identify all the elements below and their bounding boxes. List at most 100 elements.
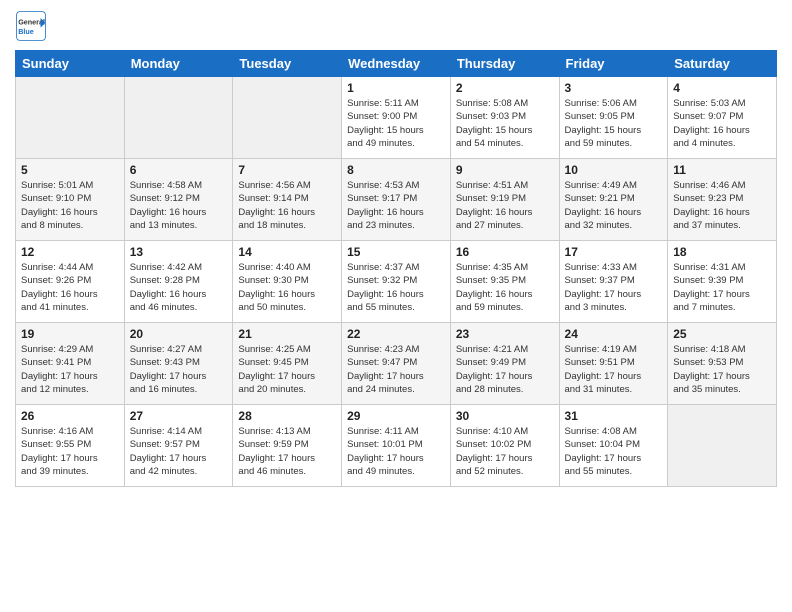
day-number: 12 — [21, 245, 119, 259]
day-number: 5 — [21, 163, 119, 177]
day-info: Sunrise: 4:58 AM Sunset: 9:12 PM Dayligh… — [130, 179, 228, 232]
day-info: Sunrise: 4:35 AM Sunset: 9:35 PM Dayligh… — [456, 261, 554, 314]
day-info: Sunrise: 4:13 AM Sunset: 9:59 PM Dayligh… — [238, 425, 336, 478]
day-info: Sunrise: 4:29 AM Sunset: 9:41 PM Dayligh… — [21, 343, 119, 396]
day-number: 9 — [456, 163, 554, 177]
day-cell: 9Sunrise: 4:51 AM Sunset: 9:19 PM Daylig… — [450, 159, 559, 241]
day-cell: 27 Sunrise: 4:14 AM Sunset: 9:57 PM Dayli… — [124, 405, 233, 487]
day-info: Sunrise: 4:40 AM Sunset: 9:30 PM Dayligh… — [238, 261, 336, 314]
day-number: 22 — [347, 327, 445, 341]
day-cell: 10Sunrise: 4:49 AM Sunset: 9:21 PM Dayli… — [559, 159, 668, 241]
day-cell — [668, 405, 777, 487]
day-info: Sunrise: 4:19 AM Sunset: 9:51 PM Dayligh… — [565, 343, 663, 396]
day-cell: 7 Sunrise: 4:56 AM Sunset: 9:14 PM Daylig… — [233, 159, 342, 241]
day-cell: 18 Sunrise: 4:31 AM Sunset: 9:39 PM Dayli… — [668, 241, 777, 323]
header-cell-monday: Monday — [124, 51, 233, 77]
day-info: Sunrise: 4:31 AM Sunset: 9:39 PM Dayligh… — [673, 261, 771, 314]
day-info: Sunrise: 5:03 AM Sunset: 9:07 PM Dayligh… — [673, 97, 771, 150]
day-number: 8 — [347, 163, 445, 177]
day-cell: 22 Sunrise: 4:23 AM Sunset: 9:47 PM Dayli… — [342, 323, 451, 405]
day-cell: 24Sunrise: 4:19 AM Sunset: 9:51 PM Dayli… — [559, 323, 668, 405]
day-cell — [233, 77, 342, 159]
week-row-3: 12 Sunrise: 4:44 AM Sunset: 9:26 PM Dayli… — [16, 241, 777, 323]
day-number: 27 — [130, 409, 228, 423]
day-cell: 5Sunrise: 5:01 AM Sunset: 9:10 PM Daylig… — [16, 159, 125, 241]
day-info: Sunrise: 4:33 AM Sunset: 9:37 PM Dayligh… — [565, 261, 663, 314]
day-cell: 29Sunrise: 4:11 AM Sunset: 10:01 PM Dayl… — [342, 405, 451, 487]
day-info: Sunrise: 5:11 AM Sunset: 9:00 PM Dayligh… — [347, 97, 445, 150]
day-info: Sunrise: 4:56 AM Sunset: 9:14 PM Dayligh… — [238, 179, 336, 232]
day-number: 14 — [238, 245, 336, 259]
header-cell-wednesday: Wednesday — [342, 51, 451, 77]
day-cell — [124, 77, 233, 159]
day-cell: 14 Sunrise: 4:40 AM Sunset: 9:30 PM Dayli… — [233, 241, 342, 323]
header-cell-saturday: Saturday — [668, 51, 777, 77]
day-info: Sunrise: 4:27 AM Sunset: 9:43 PM Dayligh… — [130, 343, 228, 396]
calendar: SundayMondayTuesdayWednesdayThursdayFrid… — [15, 50, 777, 487]
header-cell-tuesday: Tuesday — [233, 51, 342, 77]
day-number: 29 — [347, 409, 445, 423]
day-cell: 1Sunrise: 5:11 AM Sunset: 9:00 PM Daylig… — [342, 77, 451, 159]
logo-icon: General Blue — [15, 10, 47, 42]
logo: General Blue — [15, 10, 47, 42]
day-number: 18 — [673, 245, 771, 259]
week-row-4: 19Sunrise: 4:29 AM Sunset: 9:41 PM Dayli… — [16, 323, 777, 405]
day-number: 11 — [673, 163, 771, 177]
day-number: 17 — [565, 245, 663, 259]
day-cell: 28 Sunrise: 4:13 AM Sunset: 9:59 PM Dayli… — [233, 405, 342, 487]
day-cell: 2Sunrise: 5:08 AM Sunset: 9:03 PM Daylig… — [450, 77, 559, 159]
day-cell: 15 Sunrise: 4:37 AM Sunset: 9:32 PM Dayli… — [342, 241, 451, 323]
day-cell: 6Sunrise: 4:58 AM Sunset: 9:12 PM Daylig… — [124, 159, 233, 241]
day-number: 26 — [21, 409, 119, 423]
day-info: Sunrise: 4:44 AM Sunset: 9:26 PM Dayligh… — [21, 261, 119, 314]
day-cell: 30 Sunrise: 4:10 AM Sunset: 10:02 PM Dayl… — [450, 405, 559, 487]
day-number: 23 — [456, 327, 554, 341]
day-info: Sunrise: 4:53 AM Sunset: 9:17 PM Dayligh… — [347, 179, 445, 232]
day-cell: 13 Sunrise: 4:42 AM Sunset: 9:28 PM Dayli… — [124, 241, 233, 323]
day-info: Sunrise: 4:37 AM Sunset: 9:32 PM Dayligh… — [347, 261, 445, 314]
day-cell: 3 Sunrise: 5:06 AM Sunset: 9:05 PM Daylig… — [559, 77, 668, 159]
page: General Blue SundayMondayTuesdayWednesda… — [0, 0, 792, 497]
day-cell: 8 Sunrise: 4:53 AM Sunset: 9:17 PM Daylig… — [342, 159, 451, 241]
day-number: 16 — [456, 245, 554, 259]
day-number: 3 — [565, 81, 663, 95]
day-number: 30 — [456, 409, 554, 423]
day-cell — [16, 77, 125, 159]
day-number: 21 — [238, 327, 336, 341]
day-info: Sunrise: 4:49 AM Sunset: 9:21 PM Dayligh… — [565, 179, 663, 232]
day-cell: 21 Sunrise: 4:25 AM Sunset: 9:45 PM Dayli… — [233, 323, 342, 405]
day-number: 4 — [673, 81, 771, 95]
day-cell: 4 Sunrise: 5:03 AM Sunset: 9:07 PM Daylig… — [668, 77, 777, 159]
day-number: 20 — [130, 327, 228, 341]
week-row-2: 5Sunrise: 5:01 AM Sunset: 9:10 PM Daylig… — [16, 159, 777, 241]
day-cell: 17 Sunrise: 4:33 AM Sunset: 9:37 PM Dayli… — [559, 241, 668, 323]
svg-text:Blue: Blue — [18, 27, 34, 36]
day-number: 13 — [130, 245, 228, 259]
day-info: Sunrise: 4:10 AM Sunset: 10:02 PM Daylig… — [456, 425, 554, 478]
day-cell: 11 Sunrise: 4:46 AM Sunset: 9:23 PM Dayli… — [668, 159, 777, 241]
day-number: 2 — [456, 81, 554, 95]
day-cell: 31Sunrise: 4:08 AM Sunset: 10:04 PM Dayl… — [559, 405, 668, 487]
day-info: Sunrise: 4:16 AM Sunset: 9:55 PM Dayligh… — [21, 425, 119, 478]
day-cell: 19Sunrise: 4:29 AM Sunset: 9:41 PM Dayli… — [16, 323, 125, 405]
day-cell: 16 Sunrise: 4:35 AM Sunset: 9:35 PM Dayli… — [450, 241, 559, 323]
day-cell: 23 Sunrise: 4:21 AM Sunset: 9:49 PM Dayli… — [450, 323, 559, 405]
day-info: Sunrise: 4:18 AM Sunset: 9:53 PM Dayligh… — [673, 343, 771, 396]
week-row-5: 26 Sunrise: 4:16 AM Sunset: 9:55 PM Dayli… — [16, 405, 777, 487]
day-info: Sunrise: 4:42 AM Sunset: 9:28 PM Dayligh… — [130, 261, 228, 314]
header: General Blue — [15, 10, 777, 42]
day-info: Sunrise: 4:25 AM Sunset: 9:45 PM Dayligh… — [238, 343, 336, 396]
day-cell: 26 Sunrise: 4:16 AM Sunset: 9:55 PM Dayli… — [16, 405, 125, 487]
header-cell-thursday: Thursday — [450, 51, 559, 77]
day-info: Sunrise: 4:14 AM Sunset: 9:57 PM Dayligh… — [130, 425, 228, 478]
day-cell: 25Sunrise: 4:18 AM Sunset: 9:53 PM Dayli… — [668, 323, 777, 405]
day-info: Sunrise: 4:46 AM Sunset: 9:23 PM Dayligh… — [673, 179, 771, 232]
day-number: 28 — [238, 409, 336, 423]
day-cell: 12 Sunrise: 4:44 AM Sunset: 9:26 PM Dayli… — [16, 241, 125, 323]
day-info: Sunrise: 5:06 AM Sunset: 9:05 PM Dayligh… — [565, 97, 663, 150]
week-row-1: 1Sunrise: 5:11 AM Sunset: 9:00 PM Daylig… — [16, 77, 777, 159]
day-info: Sunrise: 4:23 AM Sunset: 9:47 PM Dayligh… — [347, 343, 445, 396]
day-number: 7 — [238, 163, 336, 177]
day-number: 15 — [347, 245, 445, 259]
day-info: Sunrise: 4:21 AM Sunset: 9:49 PM Dayligh… — [456, 343, 554, 396]
